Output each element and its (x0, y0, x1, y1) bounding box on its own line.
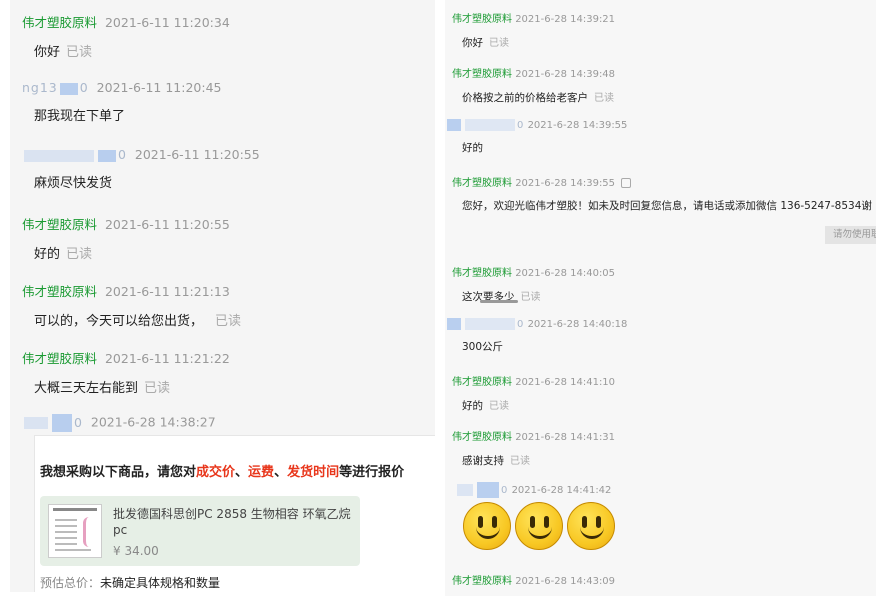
product-thumbnail (48, 504, 102, 558)
sender-name: 伟才塑胶原料 (22, 351, 98, 366)
card-title: 我想采购以下商品，请您对成交价、运费、发货时间等进行报价 (40, 465, 405, 480)
message-text: 300公斤 (462, 341, 504, 353)
product-item[interactable]: 批发德国科思创PC 2858 生物相容 环氧乙烷pc ¥ 34.00 (40, 496, 360, 566)
sender-name: 伟才塑胶原料 (452, 576, 512, 587)
read-status: 已读 (215, 314, 242, 329)
timestamp: 2021-6-28 14:39:55 (515, 178, 616, 189)
estimated-total: 预估总价：未确定具体规格和数量 (40, 576, 221, 590)
sender-name: 伟才塑胶原料 (452, 268, 512, 279)
read-status: 已读 (144, 381, 171, 396)
cursor-underline (480, 300, 518, 303)
purchase-inquiry-card[interactable]: 我想采购以下商品，请您对成交价、运费、发货时间等进行报价 批发德国科思创PC 2… (34, 435, 435, 592)
read-status: 已读 (520, 292, 541, 303)
message-text: 价格按之前的价格给老客户 (462, 92, 588, 104)
read-status: 已读 (489, 38, 509, 49)
product-price: ¥ 34.00 (113, 544, 159, 558)
message: 伟才塑胶原料 2021-6-28 14:40:05 这次要多少 已读 (452, 264, 615, 304)
smiley-emoji-icon (515, 502, 563, 550)
timestamp: 2021-6-11 11:20:45 (96, 80, 222, 95)
message: 伟才塑胶原料 2021-6-28 14:41:31 感谢支持 已读 (452, 428, 615, 468)
read-status: 已读 (510, 456, 530, 467)
timestamp: 2021-6-28 14:39:55 (527, 120, 628, 131)
message-text: 可以的，今天可以给您出货， (34, 314, 204, 329)
smiley-emoji-icon (567, 502, 615, 550)
message-text: 您好，欢迎光临伟才塑胶！如未及时回复您信息，请电话或添加微信 136-5247-… (462, 200, 872, 212)
message: 伟才塑胶原料 2021-6-11 11:21:13 可以的，今天可以给您出货， 已… (22, 281, 241, 329)
message-text: 大概三天左右能到 (34, 381, 139, 396)
smiley-emoji-icon (463, 502, 511, 550)
timestamp: 2021-6-28 14:41:42 (511, 485, 612, 496)
masked-sender: 0 (22, 414, 83, 432)
product-name[interactable]: 批发德国科思创PC 2858 生物相容 环氧乙烷pc (113, 506, 358, 538)
timestamp: 2021-6-28 14:39:21 (515, 14, 616, 25)
message-text: 好的 (34, 247, 61, 262)
message: 伟才塑胶原料 2021-6-28 14:39:48 价格按之前的价格给老客户 已读 (452, 65, 615, 105)
timestamp: 2021-6-28 14:41:31 (515, 432, 616, 443)
message: 伟才塑胶原料 2021-6-28 14:39:55 您好，欢迎光临伟才塑胶！如未… (452, 174, 872, 213)
message-text: 麻烦尽快发货 (34, 176, 113, 191)
timestamp: 2021-6-28 14:39:48 (515, 69, 616, 80)
message: 伟才塑胶原料 2021-6-28 14:41:10 好的 已读 (452, 373, 615, 413)
timestamp: 2021-6-28 14:38:27 (90, 414, 216, 430)
timestamp: 2021-6-28 14:40:18 (527, 319, 628, 330)
message: 0 2021-6-28 14:41:42 (455, 482, 611, 498)
auto-reply-notice[interactable]: 请勿使用联 (825, 226, 876, 244)
message: 0 2021-6-28 14:38:27 (22, 414, 216, 432)
timestamp: 2021-6-11 11:21:13 (104, 284, 230, 299)
sender-name: 伟才塑胶原料 (22, 284, 98, 299)
timestamp: 2021-6-28 14:40:05 (515, 268, 616, 279)
message-text: 那我现在下单了 (34, 109, 126, 124)
message-text: 你好 (34, 45, 61, 60)
message-text: 感谢支持 (462, 455, 504, 467)
timestamp: 2021-6-11 11:21:22 (104, 351, 230, 366)
message: ng13 0 2021-6-11 11:20:45 那我现在下单了 (22, 80, 221, 124)
message: 伟才塑胶原料 2021-6-28 14:43:09 (452, 572, 615, 587)
chat-panel-left: 伟才塑胶原料 2021-6-11 11:20:34 你好 已读 ng13 0 202… (10, 0, 435, 592)
message: 0 2021-6-28 14:39:55 好的 (445, 119, 627, 155)
chat-panel-right: 伟才塑胶原料 2021-6-28 14:39:21 你好 已读 伟才塑胶原料 20… (445, 0, 876, 596)
timestamp: 2021-6-11 11:20:55 (104, 217, 230, 232)
masked-sender: 0 (445, 119, 524, 131)
sender-name: 伟才塑胶原料 (22, 217, 98, 232)
message-text: 好的 (462, 400, 483, 412)
read-status: 已读 (594, 93, 614, 104)
read-status: 已读 (489, 401, 509, 412)
masked-sender: 0 (445, 318, 524, 330)
auto-reply-icon (621, 178, 632, 188)
sender-name: 伟才塑胶原料 (452, 377, 512, 388)
sender-name: 伟才塑胶原料 (452, 14, 512, 25)
sender-name: 伟才塑胶原料 (452, 432, 512, 443)
timestamp: 2021-6-11 11:20:55 (134, 147, 260, 162)
message-text: 好的 (462, 142, 483, 154)
sender-name: 伟才塑胶原料 (22, 15, 98, 30)
timestamp: 2021-6-28 14:41:10 (515, 377, 616, 388)
read-status: 已读 (66, 247, 93, 262)
message: 伟才塑胶原料 2021-6-11 11:20:55 好的 已读 (22, 214, 230, 262)
masked-sender: 0 (22, 147, 127, 162)
read-status: 已读 (66, 45, 93, 60)
masked-sender: ng13 0 (22, 80, 89, 95)
timestamp: 2021-6-28 14:43:09 (515, 576, 616, 587)
sender-name: 伟才塑胶原料 (452, 178, 512, 189)
timestamp: 2021-6-11 11:20:34 (104, 15, 230, 30)
message-text: 你好 (462, 37, 483, 49)
sender-name: 伟才塑胶原料 (452, 69, 512, 80)
masked-sender: 0 (455, 482, 508, 498)
message: 伟才塑胶原料 2021-6-11 11:20:34 你好 已读 (22, 12, 230, 60)
message: 伟才塑胶原料 2021-6-28 14:39:21 你好 已读 (452, 10, 615, 50)
message: 0 2021-6-11 11:20:55 麻烦尽快发货 (22, 147, 260, 191)
message: 0 2021-6-28 14:40:18 300公斤 (445, 318, 627, 354)
message: 伟才塑胶原料 2021-6-11 11:21:22 大概三天左右能到 已读 (22, 348, 230, 396)
